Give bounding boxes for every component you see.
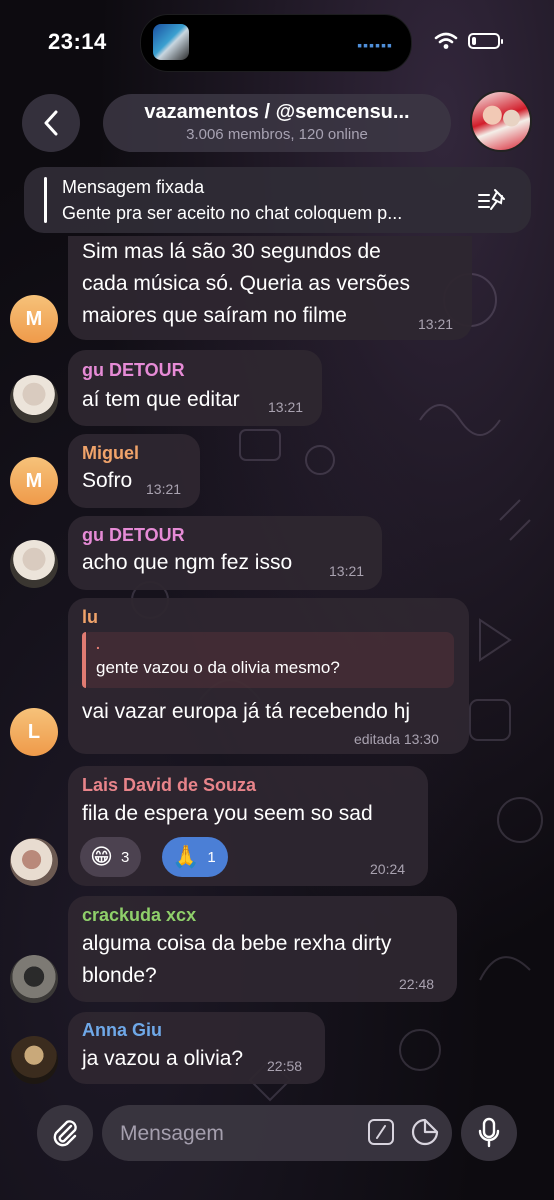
reply-quote[interactable]: . gente vazou o da olivia mesmo? — [82, 632, 454, 688]
message-text: vai vazar europa já tá recebendo hj — [82, 700, 411, 723]
battery-icon — [468, 33, 503, 49]
pray-emoji-icon: 🙏 — [172, 844, 200, 869]
message-text: ja vazou a olivia? — [82, 1047, 244, 1070]
avatar[interactable] — [10, 955, 58, 1003]
command-icon[interactable] — [368, 1119, 394, 1145]
chat-title: vazamentos / @semcensu... — [144, 101, 410, 123]
reply-indicator — [82, 632, 86, 688]
message-sender[interactable]: Miguel — [82, 443, 139, 464]
message-text: Sofro — [82, 469, 133, 492]
back-button[interactable] — [22, 94, 80, 152]
message-time: 22:58 — [267, 1058, 303, 1074]
chat-member-count: 3.006 membros, 120 online — [186, 126, 368, 143]
status-bar: 23:14 ▪▪▪▪▪▪ — [0, 0, 554, 84]
pinned-indicator — [44, 177, 47, 223]
paperclip-icon — [53, 1120, 77, 1147]
message-sender[interactable]: Lais David de Souza — [82, 775, 256, 796]
message-sender[interactable]: Anna Giu — [82, 1020, 162, 1041]
message-time: 13:21 — [418, 316, 454, 332]
message-text-line: Sim mas lá são 30 segundos de — [82, 240, 381, 263]
message-bubble[interactable]: Lais David de Souza fila de espera you s… — [68, 766, 428, 886]
message-bubble[interactable]: gu DETOUR aí tem que editar 13:21 — [68, 350, 322, 426]
pinned-message-bar[interactable]: Mensagem fixada Gente pra ser aceito no … — [24, 167, 531, 233]
audio-waveform-icon: ▪▪▪▪▪▪ — [357, 37, 393, 53]
message-time: editada 13:30 — [354, 731, 439, 747]
message-sender[interactable]: crackuda xcx — [82, 905, 196, 926]
message-time: 22:48 — [399, 976, 435, 992]
reaction-grin[interactable]: 😁 3 — [80, 837, 142, 877]
reply-text: gente vazou o da olivia mesmo? — [96, 658, 340, 677]
group-avatar[interactable] — [470, 90, 532, 152]
message-text-line: cada música só. Queria as versões — [82, 272, 410, 295]
wifi-icon — [434, 32, 458, 49]
microphone-button[interactable] — [461, 1105, 517, 1161]
message-bubble[interactable]: Anna Giu ja vazou a olivia? 22:58 — [68, 1012, 325, 1084]
reaction-count: 3 — [120, 848, 130, 866]
message-time: 13:21 — [329, 563, 365, 579]
message-time: 20:24 — [370, 861, 406, 877]
avatar[interactable] — [10, 838, 58, 886]
reaction-pray[interactable]: 🙏 1 — [162, 837, 228, 877]
avatar[interactable]: M — [10, 295, 58, 343]
message-bubble[interactable]: gu DETOUR acho que ngm fez isso 13:21 — [68, 516, 382, 590]
message-bubble[interactable]: crackuda xcx alguma coisa da bebe rexha … — [68, 896, 457, 1002]
chat-title-header[interactable]: vazamentos / @semcensu... 3.006 membros,… — [103, 94, 451, 152]
reaction-count: 1 — [207, 848, 216, 866]
pinned-title: Mensagem fixada — [62, 177, 205, 197]
message-text: acho que ngm fez isso — [82, 551, 293, 574]
back-chevron-icon — [44, 110, 58, 136]
message-text-line: blonde? — [82, 964, 157, 987]
sticker-icon[interactable] — [410, 1117, 440, 1147]
message-bubble[interactable]: Miguel Sofro 13:21 — [68, 434, 200, 508]
message-text: fila de espera you seem so sad — [82, 802, 373, 825]
attach-button[interactable] — [37, 1105, 93, 1161]
avatar[interactable] — [10, 375, 58, 423]
message-bubble[interactable]: lu . gente vazou o da olivia mesmo? vai … — [68, 598, 469, 754]
message-text-line: maiores que saíram no filme — [82, 304, 347, 327]
avatar[interactable]: L — [10, 708, 58, 756]
message-bubble[interactable]: Sim mas lá são 30 segundos de cada músic… — [68, 236, 472, 340]
message-text-line: alguma coisa da bebe rexha dirty — [82, 932, 392, 955]
status-time: 23:14 — [48, 29, 107, 54]
avatar[interactable] — [10, 540, 58, 588]
now-playing-thumbnail — [153, 24, 189, 60]
message-sender[interactable]: gu DETOUR — [82, 360, 185, 381]
pinned-text: Gente pra ser aceito no chat coloquem p.… — [62, 203, 403, 223]
pin-list-icon[interactable] — [477, 187, 507, 213]
reply-sender: . — [96, 636, 100, 652]
message-composer[interactable] — [102, 1105, 452, 1161]
message-sender[interactable]: lu — [82, 607, 98, 628]
message-time: 13:21 — [268, 399, 304, 415]
avatar[interactable] — [10, 1036, 58, 1084]
message-text: aí tem que editar — [82, 388, 240, 411]
avatar[interactable]: M — [10, 457, 58, 505]
message-input[interactable] — [118, 1118, 352, 1150]
message-sender[interactable]: gu DETOUR — [82, 525, 185, 546]
dynamic-island: ▪▪▪▪▪▪ — [140, 14, 412, 72]
message-time: 13:21 — [146, 481, 182, 497]
microphone-icon — [478, 1117, 500, 1148]
grin-emoji-icon: 😁 — [90, 844, 113, 869]
